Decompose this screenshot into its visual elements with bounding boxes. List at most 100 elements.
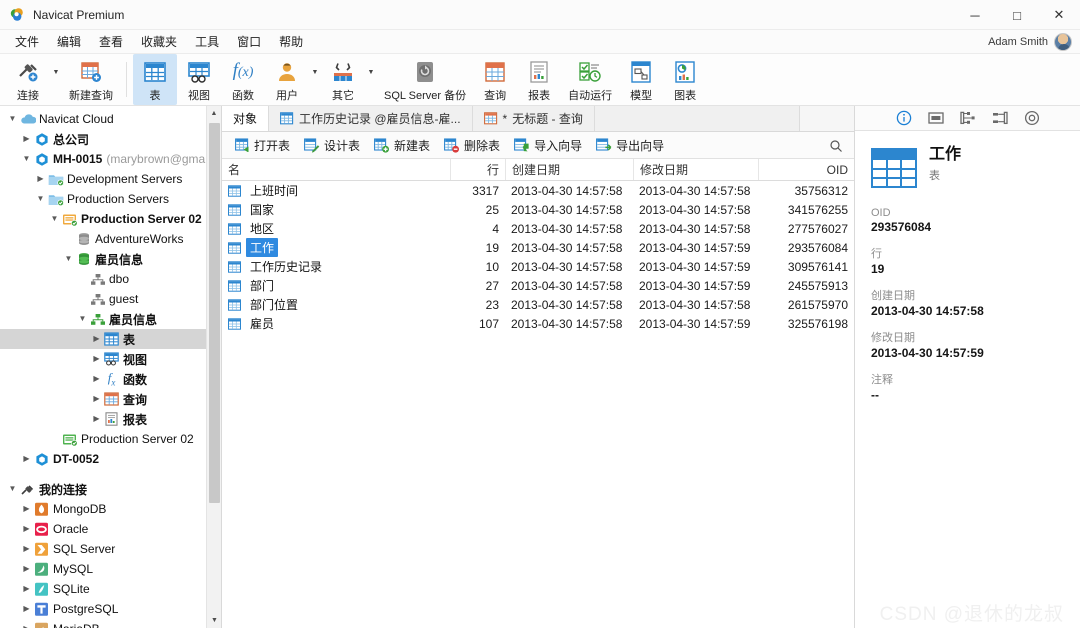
chevron-right-icon[interactable]: ▶: [20, 519, 33, 539]
tree-node[interactable]: ▶ Development Servers: [0, 169, 221, 189]
chevron-right-icon[interactable]: ▶: [20, 599, 33, 619]
objbar-import-wizard[interactable]: 导入向导: [507, 134, 589, 157]
tree-node[interactable]: ▶ 报表: [0, 409, 221, 429]
tree-node[interactable]: ▼ Production Server 02: [0, 209, 221, 229]
scrollbar-thumb[interactable]: [209, 123, 220, 503]
tree-node[interactable]: guest: [0, 289, 221, 309]
info-tab-structure[interactable]: [959, 109, 977, 127]
info-tab-settings-gear[interactable]: [1023, 109, 1041, 127]
tree-node[interactable]: ▶ SQLite: [0, 579, 221, 599]
chevron-down-icon[interactable]: ▼: [365, 54, 377, 105]
objbar-open-table[interactable]: 打开表: [228, 134, 297, 157]
tree-node[interactable]: ▼ Navicat Cloud: [0, 109, 221, 129]
chevron-right-icon[interactable]: ▶: [20, 579, 33, 599]
chevron-right-icon[interactable]: ▶: [90, 389, 103, 409]
toolbar-automation[interactable]: 自动运行: [561, 54, 619, 105]
chevron-down-icon[interactable]: ▼: [34, 189, 47, 209]
maximize-button[interactable]: □: [996, 0, 1038, 30]
menu-window[interactable]: 窗口: [228, 30, 270, 54]
toolbar-backup[interactable]: SQL Server 备份: [377, 54, 473, 105]
chevron-right-icon[interactable]: ▶: [90, 369, 103, 389]
chevron-down-icon[interactable]: ▼: [6, 479, 19, 499]
toolbar-query[interactable]: 查询: [473, 54, 517, 105]
tree-node[interactable]: ▶ MongoDB: [0, 499, 221, 519]
chevron-right-icon[interactable]: ▶: [20, 619, 33, 628]
tree-node[interactable]: ▼ 雇员信息: [0, 249, 221, 269]
chevron-right-icon[interactable]: ▶: [90, 329, 103, 349]
tree-node[interactable]: ▶ PostgreSQL: [0, 599, 221, 619]
tree-node[interactable]: ▶ SQL Server: [0, 539, 221, 559]
tree-node[interactable]: ▶ Oracle: [0, 519, 221, 539]
menu-file[interactable]: 文件: [6, 30, 48, 54]
search-icon[interactable]: [827, 137, 844, 154]
chevron-right-icon[interactable]: ▶: [34, 169, 47, 189]
tree-node[interactable]: ▶ MariaDB: [0, 619, 221, 628]
tree-node[interactable]: ▼ 雇员信息: [0, 309, 221, 329]
tree-node[interactable]: ▶ fx 函数: [0, 369, 221, 389]
objbar-export-wizard[interactable]: 导出向导: [589, 134, 671, 157]
menu-tools[interactable]: 工具: [186, 30, 228, 54]
menu-view[interactable]: 查看: [90, 30, 132, 54]
tab-0[interactable]: 对象: [222, 106, 270, 131]
scroll-down-icon[interactable]: ▼: [207, 613, 221, 628]
table-row[interactable]: 工作 19 2013-04-30 14:57:58 2013-04-30 14:57:…: [222, 238, 854, 257]
toolbar-report[interactable]: 报表: [517, 54, 561, 105]
column-header-0[interactable]: 名: [222, 159, 450, 180]
chevron-right-icon[interactable]: ▶: [90, 409, 103, 429]
info-tab-info-circle[interactable]: [895, 109, 913, 127]
tree-node[interactable]: Production Server 02: [0, 429, 221, 449]
table-row[interactable]: 国家 25 2013-04-30 14:57:58 2013-04-30 14:57:…: [222, 200, 854, 219]
column-header-3[interactable]: 修改日期: [633, 159, 758, 180]
toolbar-user[interactable]: 用户: [265, 54, 309, 105]
tree-node[interactable]: ▶ 视图: [0, 349, 221, 369]
tree-node[interactable]: ▶ DT-0052: [0, 449, 221, 469]
menu-favorites[interactable]: 收藏夹: [132, 30, 186, 54]
toolbar-chart[interactable]: 图表: [663, 54, 707, 105]
info-tab-relations[interactable]: [991, 109, 1009, 127]
menu-help[interactable]: 帮助: [270, 30, 312, 54]
toolbar-table[interactable]: 表: [133, 54, 177, 105]
table-row[interactable]: 部门位置 23 2013-04-30 14:57:58 2013-04-30 14:5…: [222, 295, 854, 314]
objbar-new-table[interactable]: 新建表: [367, 134, 437, 157]
toolbar-view[interactable]: 视图: [177, 54, 221, 105]
chevron-right-icon[interactable]: ▶: [20, 539, 33, 559]
tree-node[interactable]: ▼ 我的连接: [0, 479, 221, 499]
tree-node[interactable]: dbo: [0, 269, 221, 289]
tree-node[interactable]: ▼ Production Servers: [0, 189, 221, 209]
chevron-right-icon[interactable]: ▶: [20, 129, 33, 149]
tab-2[interactable]: * 无标题 - 查询: [472, 106, 595, 131]
objbar-design-table[interactable]: 设计表: [297, 134, 367, 157]
chevron-right-icon[interactable]: ▶: [90, 349, 103, 369]
chevron-down-icon[interactable]: ▼: [6, 109, 19, 129]
menu-edit[interactable]: 编辑: [48, 30, 90, 54]
column-header-1[interactable]: 行: [450, 159, 505, 180]
tree-node[interactable]: ▶ MySQL: [0, 559, 221, 579]
table-row[interactable]: 部门 27 2013-04-30 14:57:58 2013-04-30 14:57:…: [222, 276, 854, 295]
tree-node[interactable]: ▶ 查询: [0, 389, 221, 409]
table-row[interactable]: 工作历史记录 10 2013-04-30 14:57:58 2013-04-30 14…: [222, 257, 854, 276]
close-button[interactable]: ✕: [1038, 0, 1080, 30]
chevron-down-icon[interactable]: ▼: [48, 209, 61, 229]
tab-1[interactable]: 工作历史记录 @雇员信息-雇...: [269, 106, 473, 131]
objbar-delete-table[interactable]: 删除表: [437, 134, 507, 157]
tree-node[interactable]: ▼ MH-0015 (marybrown@gmai: [0, 149, 221, 169]
user-area[interactable]: Adam Smith: [988, 30, 1072, 54]
chevron-right-icon[interactable]: ▶: [20, 499, 33, 519]
table-row[interactable]: 雇员 107 2013-04-30 14:57:58 2013-04-30 14:57…: [222, 314, 854, 333]
toolbar-model[interactable]: 模型: [619, 54, 663, 105]
column-header-2[interactable]: 创建日期: [505, 159, 633, 180]
column-header-4[interactable]: OID: [758, 159, 854, 180]
scroll-up-icon[interactable]: ▲: [207, 106, 221, 121]
tree-scrollbar[interactable]: ▲ ▼: [206, 106, 221, 628]
chevron-down-icon[interactable]: ▼: [62, 249, 75, 269]
table-row[interactable]: 上班时间 3317 2013-04-30 14:57:58 2013-04-30 14…: [222, 181, 854, 200]
tree-node[interactable]: AdventureWorks: [0, 229, 221, 249]
toolbar-new-query[interactable]: 新建查询: [62, 54, 120, 105]
tree-node[interactable]: ▶ 总公司: [0, 129, 221, 149]
toolbar-connection[interactable]: 连接: [6, 54, 50, 105]
chevron-right-icon[interactable]: ▶: [20, 559, 33, 579]
chevron-down-icon[interactable]: ▼: [50, 54, 62, 105]
minimize-button[interactable]: ─: [954, 0, 996, 30]
chevron-down-icon[interactable]: ▼: [309, 54, 321, 105]
tree-node[interactable]: ▶ 表: [0, 329, 221, 349]
